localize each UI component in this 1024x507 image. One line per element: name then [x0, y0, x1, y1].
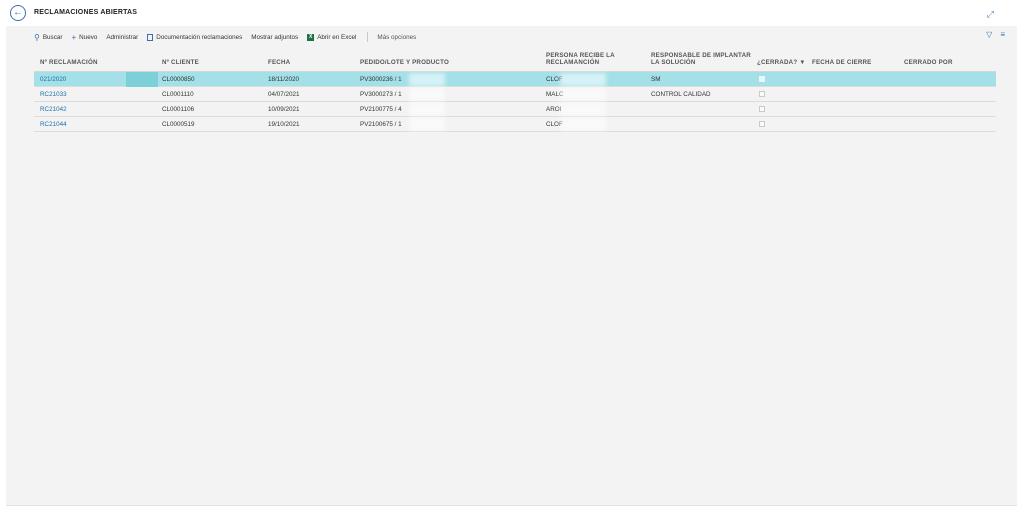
col-persona[interactable]: PERSONA RECIBE LA RECLAMANCIÓN: [546, 52, 641, 66]
attachments-label: Mostrar adjuntos: [251, 33, 299, 41]
view-controls: ▽ ≡: [986, 30, 1005, 39]
redaction-blur: [409, 88, 445, 101]
table-row[interactable]: RC21044 CL0000519 19/10/2021 PV2100675 /…: [34, 117, 996, 132]
col-fecha-cierre[interactable]: FECHA DE CIERRE: [812, 59, 872, 66]
col-responsable[interactable]: RESPONSABLE DE IMPLANTAR LA SOLUCIÓN: [651, 52, 751, 66]
new-button[interactable]: + Nuevo: [71, 33, 97, 42]
manage-button[interactable]: Administrar: [106, 34, 138, 41]
table-header: Nº RECLAMACIÓN Nº CLIENTE FECHA PEDIDO/L…: [34, 46, 996, 72]
redaction-blur: [560, 88, 606, 101]
order-lot-product: PV2100675 / 1: [360, 121, 402, 128]
row-selection-marker: [126, 72, 158, 87]
claim-date: 18/11/2020: [268, 76, 300, 83]
excel-label: Abrir en Excel: [317, 33, 357, 41]
page-content: ⚲ Buscar + Nuevo Administrar Documentaci…: [6, 26, 1017, 506]
responsible-person: CONTROL CALIDAD: [651, 91, 711, 98]
claims-table: Nº RECLAMACIÓN Nº CLIENTE FECHA PEDIDO/L…: [34, 46, 996, 132]
document-icon: [147, 33, 154, 41]
search-label: Buscar: [42, 33, 63, 41]
page-title: RECLAMACIONES ABIERTAS: [34, 9, 138, 16]
top-bar: ← RECLAMACIONES ABIERTAS ⤢: [0, 0, 1024, 26]
action-bar: ⚲ Buscar + Nuevo Administrar Documentaci…: [34, 30, 1011, 44]
redaction-blur: [560, 103, 606, 116]
claim-date: 04/07/2021: [268, 91, 300, 98]
documentation-label: Documentación reclamaciones: [156, 33, 243, 41]
back-arrow-icon[interactable]: ←: [10, 5, 26, 21]
new-label: Nuevo: [79, 33, 98, 41]
col-fecha[interactable]: FECHA: [268, 59, 290, 66]
customer-number: CL0000850: [162, 76, 195, 83]
claim-date: 10/09/2021: [268, 106, 300, 113]
order-lot-product: PV3000273 / 1: [360, 91, 402, 98]
customer-number: CL0001106: [162, 106, 195, 113]
closed-checkbox[interactable]: [759, 76, 765, 82]
more-options-label: Más opciones: [377, 33, 417, 41]
attachments-button[interactable]: Mostrar adjuntos: [251, 34, 298, 41]
responsible-person: SM: [651, 76, 661, 83]
closed-checkbox[interactable]: [759, 91, 765, 97]
customer-number: CL0000519: [162, 121, 195, 128]
order-lot-product: PV3000236 / 1: [360, 76, 402, 83]
col-n-reclamacion[interactable]: Nº RECLAMACIÓN: [40, 59, 98, 66]
col-cerrado-por[interactable]: CERRADO POR: [904, 59, 953, 66]
order-lot-product: PV2100775 / 4: [360, 106, 402, 113]
table-row[interactable]: RC21033 CL0001110 04/07/2021 PV3000273 /…: [34, 87, 996, 102]
redaction-blur: [409, 103, 445, 116]
more-options-button[interactable]: Más opciones: [377, 34, 416, 41]
documentation-button[interactable]: Documentación reclamaciones: [147, 33, 243, 41]
plus-icon: +: [71, 32, 77, 42]
col-n-cliente[interactable]: Nº CLIENTE: [162, 59, 199, 66]
claim-number-link[interactable]: RC21033: [40, 91, 67, 98]
claim-number-link[interactable]: 021/2020: [40, 76, 66, 83]
table-row[interactable]: 021/2020 CL0000850 18/11/2020 PV3000236 …: [34, 72, 996, 87]
search-icon: ⚲: [34, 32, 40, 42]
filter-icon[interactable]: ▽: [986, 30, 992, 39]
excel-button[interactable]: X Abrir en Excel: [307, 33, 357, 41]
closed-checkbox[interactable]: [759, 106, 765, 112]
claim-number-link[interactable]: RC21044: [40, 121, 67, 128]
claim-date: 19/10/2021: [268, 121, 300, 128]
table-row[interactable]: RC21042 CL0001106 10/09/2021 PV2100775 /…: [34, 102, 996, 117]
action-separator: [367, 32, 369, 42]
search-button[interactable]: ⚲ Buscar: [34, 33, 62, 42]
expand-icon[interactable]: ⤢: [987, 9, 994, 20]
customer-number: CL0001110: [162, 91, 194, 98]
manage-label: Administrar: [106, 33, 139, 41]
claim-number-link[interactable]: RC21042: [40, 106, 67, 113]
list-icon[interactable]: ≡: [1000, 30, 1005, 39]
redaction-blur: [560, 118, 606, 131]
redaction-blur: [409, 73, 445, 86]
col-cerrada[interactable]: ¿CERRADA? ▼: [757, 59, 806, 66]
col-pedido[interactable]: PEDIDO/LOTE Y PRODUCTO: [360, 59, 449, 66]
list-panel: ⚲ Buscar + Nuevo Administrar Documentaci…: [34, 26, 1011, 506]
excel-icon: X: [307, 33, 315, 41]
redaction-blur: [409, 118, 445, 131]
closed-checkbox[interactable]: [759, 121, 765, 127]
redaction-blur: [560, 73, 606, 86]
